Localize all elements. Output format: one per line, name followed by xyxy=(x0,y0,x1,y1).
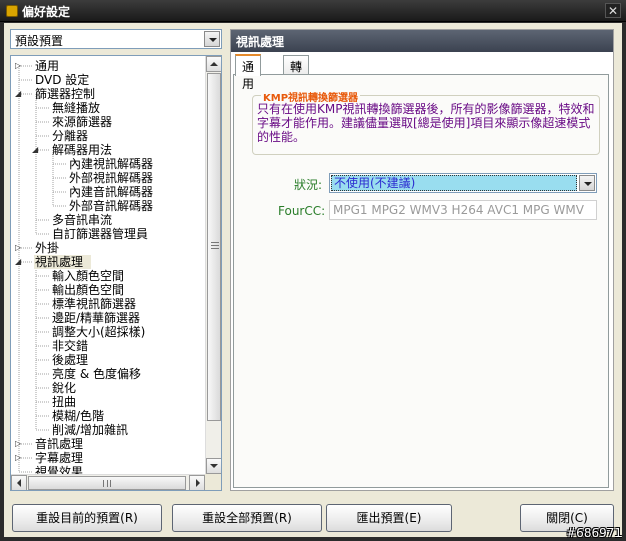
collapse-arrow-icon[interactable]: ◢ xyxy=(15,87,25,101)
tree-item[interactable]: 模糊/色階 xyxy=(51,409,112,423)
settings-panel: 視訊處理 通用 轉譯器 KMP視訊轉換篩選器 只有在使用KMP視訊轉換篩選器後，… xyxy=(230,29,614,491)
collapse-arrow-icon[interactable]: ◢ xyxy=(15,255,25,269)
tree-item[interactable]: 輸入顏色空間 xyxy=(51,269,132,283)
settings-tree: 通用 ▷ DVD 設定 篩選器控制 ◢ 無縫播放 來源篩選器 分離器 解碼器用法 ◢ 內建視訊解碼器… xyxy=(10,55,222,491)
tree-item[interactable]: 外掛 xyxy=(34,241,67,255)
status-dropdown-value: 不使用(不建議) xyxy=(331,175,577,191)
tree-item[interactable]: 調整大小(超採樣) xyxy=(51,325,153,339)
app-icon xyxy=(6,5,18,17)
tree-item[interactable]: 通用 xyxy=(34,59,67,73)
tree-vertical-scrollbar[interactable] xyxy=(205,56,221,474)
tree-item[interactable]: 字幕處理 xyxy=(34,451,91,465)
reset-current-preset-button[interactable]: 重設目前的預置(R) xyxy=(12,504,162,532)
status-dropdown[interactable]: 不使用(不建議) xyxy=(329,173,597,193)
tree-item[interactable]: 視訊處理 xyxy=(34,255,92,269)
tree-item[interactable]: 非交錯 xyxy=(51,339,96,353)
scroll-right-icon[interactable] xyxy=(189,475,205,490)
kmp-filter-group: KMP視訊轉換篩選器 只有在使用KMP視訊轉換篩選器後，所有的影像篩選器，特效和… xyxy=(252,89,600,155)
preset-dropdown-value: 預設預置 xyxy=(15,34,64,48)
tree-item[interactable]: 亮度 & 色度偏移 xyxy=(51,367,149,381)
tab-general[interactable]: 通用 xyxy=(235,54,262,91)
tree-item[interactable]: 內建音訊解碼器 xyxy=(68,185,161,199)
tree-horizontal-scrollbar[interactable] xyxy=(11,474,205,490)
scrollbar-corner xyxy=(205,474,221,490)
fourcc-field: MPG1 MPG2 WMV3 H264 AVC1 MPG WMV xyxy=(329,200,597,220)
tree-item[interactable]: 邊距/精華篩選器 xyxy=(51,311,148,325)
tree-item[interactable]: 標準視訊篩選器 xyxy=(51,297,144,311)
tree-item[interactable]: 扭曲 xyxy=(51,395,84,409)
tree-hscroll-thumb[interactable] xyxy=(28,476,186,490)
expand-arrow-icon[interactable]: ▷ xyxy=(15,437,25,451)
expand-arrow-icon[interactable]: ▷ xyxy=(15,241,25,255)
export-preset-button[interactable]: 匯出預置(E) xyxy=(326,504,452,532)
group-description: 只有在使用KMP視訊轉換篩選器後，所有的影像篩選器，特效和字幕才能作用。建議儘量… xyxy=(257,102,595,144)
tree-item[interactable]: 削減/增加雜訊 xyxy=(51,423,136,437)
watermark: #686971 xyxy=(566,526,622,540)
grip-icon xyxy=(103,480,111,487)
tree-item[interactable]: 音訊處理 xyxy=(34,437,91,451)
scroll-up-icon[interactable] xyxy=(206,56,221,72)
tree-item[interactable]: 多音訊串流 xyxy=(51,213,120,227)
window-title: 偏好設定 xyxy=(22,5,71,19)
tree-scroll-thumb[interactable] xyxy=(207,73,221,421)
collapse-arrow-icon[interactable]: ◢ xyxy=(32,143,42,157)
tree-item[interactable]: 銳化 xyxy=(51,381,84,395)
expand-arrow-icon[interactable]: ▷ xyxy=(15,451,25,465)
tree-item[interactable]: 自訂篩選器管理員 xyxy=(51,227,156,241)
tree-item[interactable]: 篩選器控制 xyxy=(34,87,103,101)
grip-icon xyxy=(211,242,219,249)
tree-item[interactable]: 外部音訊解碼器 xyxy=(68,199,161,213)
chevron-down-icon[interactable] xyxy=(579,175,595,191)
tree-item[interactable]: 輸出顏色空間 xyxy=(51,283,132,297)
reset-all-presets-button[interactable]: 重設全部預置(R) xyxy=(172,504,322,532)
title-bar: 偏好設定 ✕ xyxy=(0,0,626,22)
preset-dropdown[interactable]: 預設預置 xyxy=(10,29,222,49)
tree-item[interactable]: 分離器 xyxy=(51,129,96,143)
tree-item[interactable]: 外部視訊解碼器 xyxy=(68,171,161,185)
tree-item[interactable]: 內建視訊解碼器 xyxy=(68,157,161,171)
tree-item[interactable]: 後處理 xyxy=(51,353,96,367)
scroll-left-icon[interactable] xyxy=(11,475,27,490)
close-window-button[interactable]: ✕ xyxy=(605,3,621,18)
tree-item[interactable]: 解碼器用法 xyxy=(51,143,120,157)
tree-item[interactable]: 來源篩選器 xyxy=(51,115,120,129)
scroll-down-icon[interactable] xyxy=(206,458,221,474)
tree-item[interactable]: 無縫播放 xyxy=(51,101,108,115)
status-label: 狀況: xyxy=(294,178,323,192)
chevron-down-icon[interactable] xyxy=(204,31,220,47)
tab-renderer[interactable]: 轉譯器 xyxy=(283,55,310,108)
dialog-client-area: 預設預置 通用 ▷ DVD 設定 篩選器控制 ◢ 無縫播放 來源篩選器 分離器 解碼器用法 ◢ 內建… xyxy=(4,23,622,537)
expand-arrow-icon[interactable]: ▷ xyxy=(15,59,25,73)
tree-item[interactable]: DVD 設定 xyxy=(34,73,97,87)
fourcc-label: FourCC: xyxy=(278,204,326,218)
panel-header: 視訊處理 xyxy=(231,30,613,52)
tab-general-content: KMP視訊轉換篩選器 只有在使用KMP視訊轉換篩選器後，所有的影像篩選器，特效和… xyxy=(233,74,609,488)
